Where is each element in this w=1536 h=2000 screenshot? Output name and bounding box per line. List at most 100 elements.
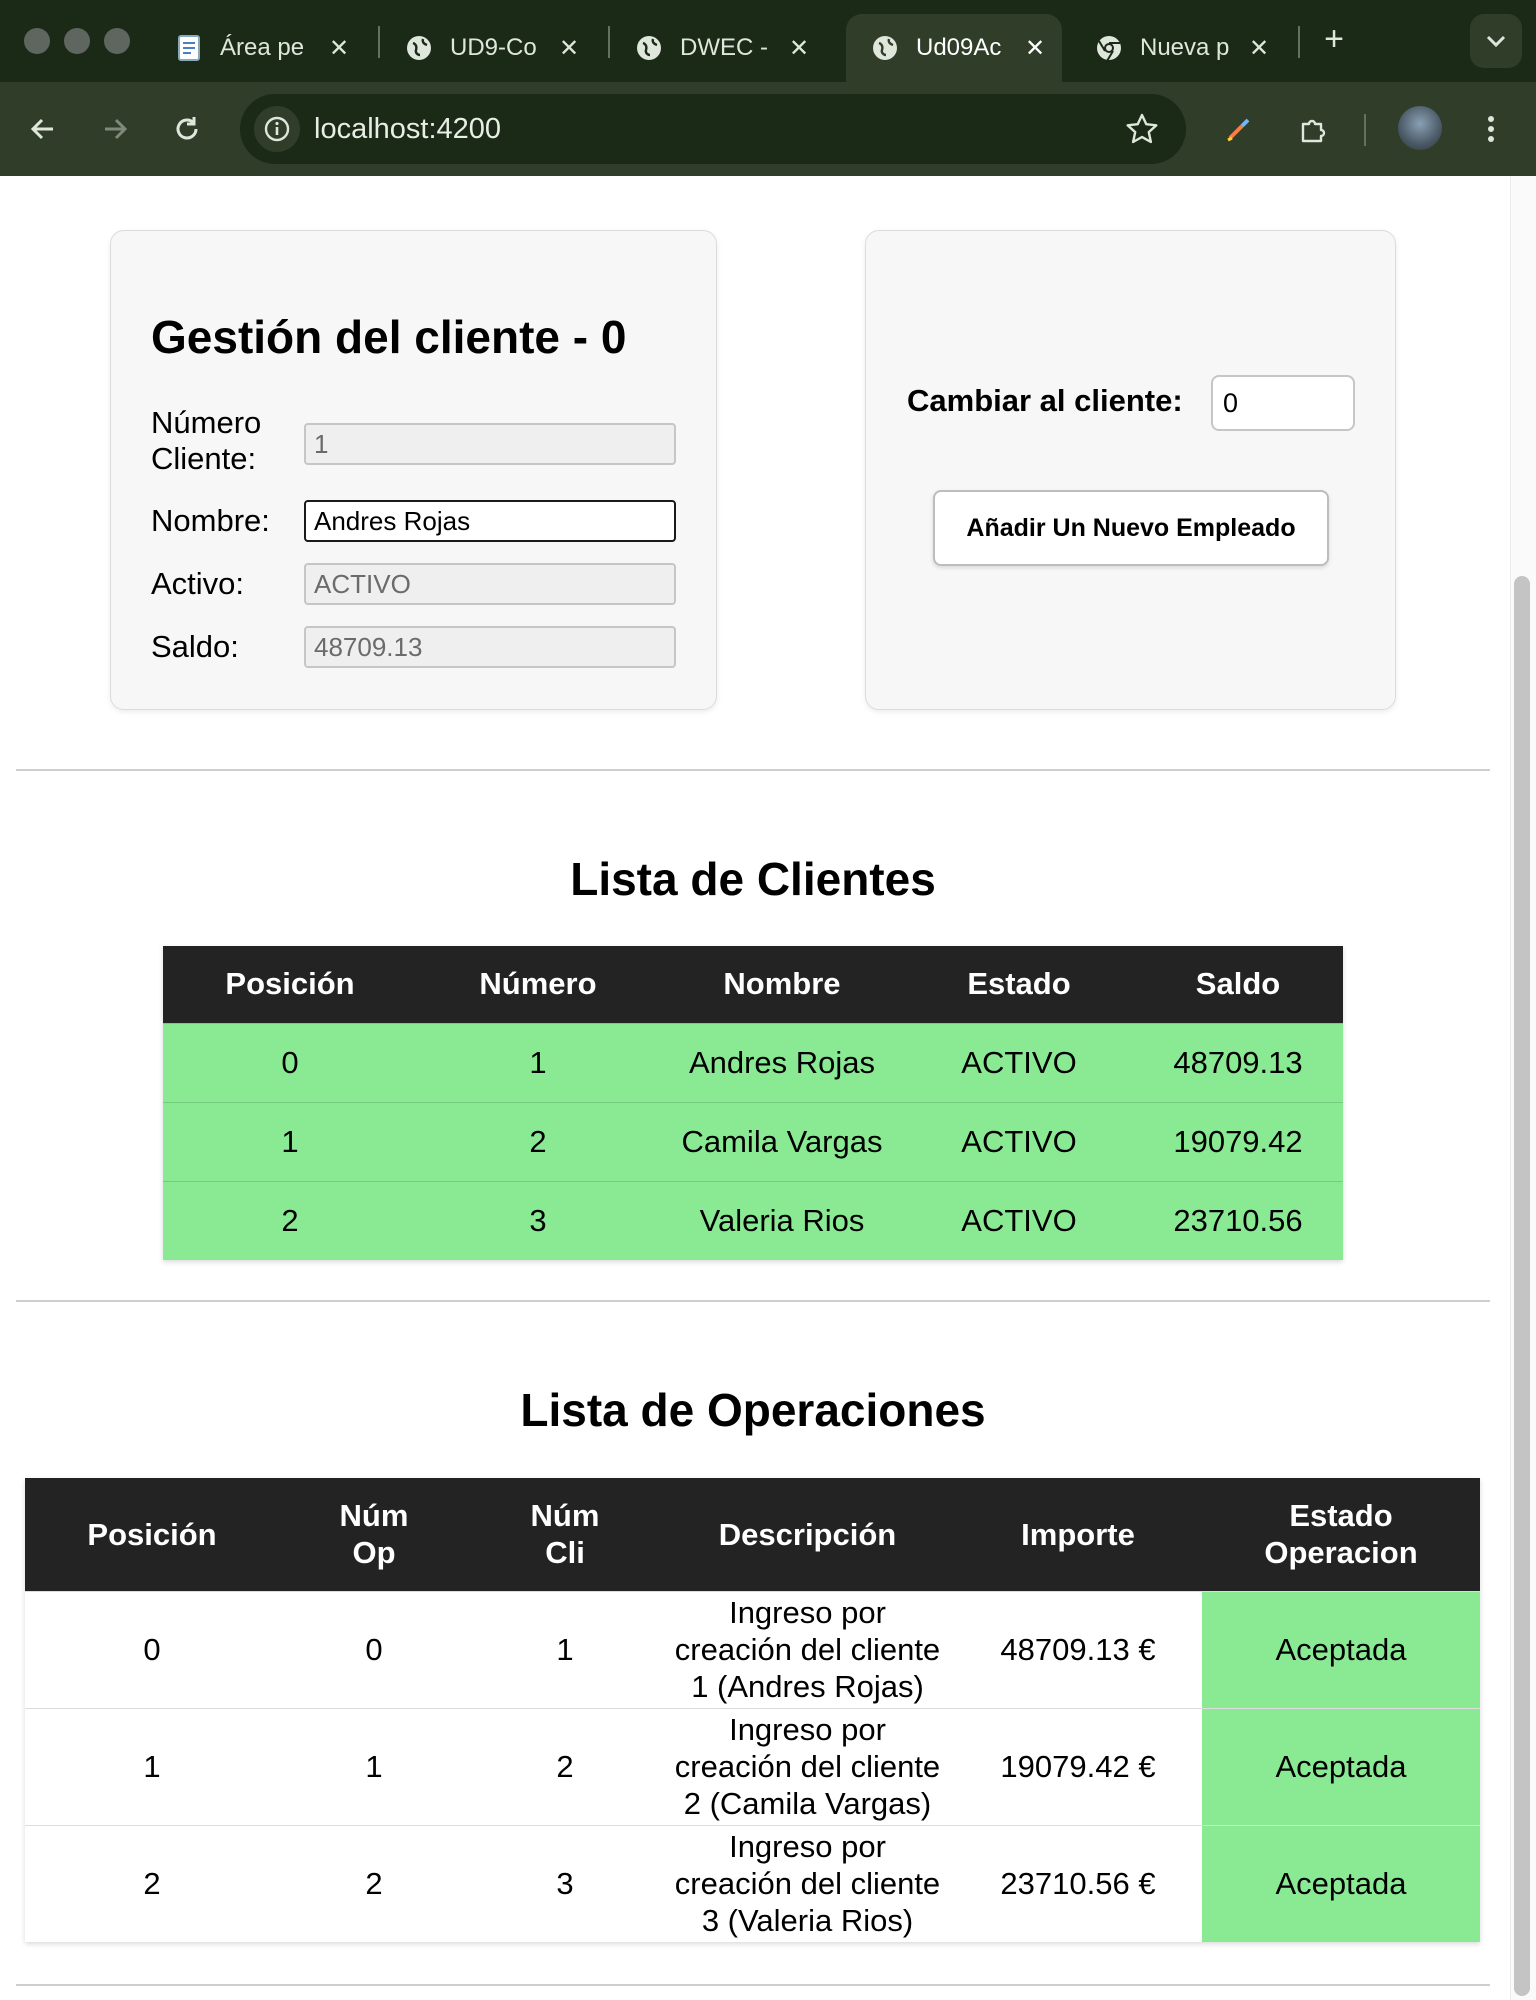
document-icon (174, 33, 204, 63)
table-cell: ACTIVO (905, 1022, 1133, 1102)
table-cell: ACTIVO (905, 1180, 1133, 1260)
table-cell: Andres Rojas (659, 1022, 905, 1102)
table-cell: 0 (279, 1590, 469, 1708)
browser-tab-2[interactable]: UD9-Co ✕ (380, 14, 608, 82)
globe-icon (634, 33, 664, 63)
tab-strip: Área pe ✕ UD9-Co ✕ DWEC - ✕ Ud09Ac ✕ Nue… (0, 0, 1536, 82)
table-row: 1 2 Camila Vargas ACTIVO 19079.42 (163, 1101, 1343, 1181)
table-cell: Ingreso por creación del cliente 2 (Cami… (661, 1707, 954, 1825)
table-cell: 2 (279, 1824, 469, 1942)
table-row: 1 1 2 Ingreso por creación del cliente 2… (25, 1707, 1480, 1825)
table-cell: 3 (469, 1824, 661, 1942)
numero-cliente-label: Número Cliente: (151, 405, 262, 476)
table-cell: 1 (469, 1590, 661, 1708)
browser-tab-5[interactable]: Nueva p ✕ (1070, 14, 1302, 82)
tab-title: UD9-Co (450, 34, 537, 61)
scrollbar-thumb[interactable] (1514, 576, 1530, 1996)
table-cell: 23710.56 (1133, 1180, 1343, 1260)
globe-icon (404, 33, 434, 63)
table-cell: ACTIVO (905, 1101, 1133, 1181)
site-info-icon[interactable] (254, 106, 300, 152)
table-cell: 2 (163, 1180, 417, 1260)
saldo-field (304, 626, 676, 668)
client-management-title: Gestión del cliente - 0 (151, 311, 627, 363)
column-header: Número (417, 946, 659, 1023)
profile-avatar[interactable] (1398, 106, 1442, 150)
close-tab-icon[interactable]: ✕ (322, 34, 356, 63)
bookmark-star-icon[interactable] (1124, 111, 1160, 147)
new-tab-button[interactable]: + (1314, 20, 1354, 60)
status-cell: Aceptada (1202, 1590, 1480, 1708)
table-cell: 1 (163, 1101, 417, 1181)
activo-label: Activo: (151, 566, 245, 601)
tab-search-button[interactable] (1470, 14, 1522, 68)
status-cell: Aceptada (1202, 1707, 1480, 1825)
close-tab-icon[interactable]: ✕ (1242, 34, 1276, 63)
table-row: 2 2 3 Ingreso por creación del cliente 3… (25, 1824, 1480, 1942)
minimize-window-button[interactable] (64, 28, 90, 54)
table-cell: 2 (469, 1707, 661, 1825)
divider (16, 1300, 1490, 1302)
column-header: Importe (954, 1478, 1202, 1591)
add-employee-button[interactable]: Añadir Un Nuevo Empleado (933, 490, 1329, 566)
browser-tab-3[interactable]: DWEC - ✕ (610, 14, 838, 82)
saldo-label: Saldo: (151, 629, 239, 664)
close-tab-icon[interactable]: ✕ (552, 34, 586, 63)
table-row: 0 1 Andres Rojas ACTIVO 48709.13 (163, 1022, 1343, 1102)
browser-menu-button[interactable] (1466, 104, 1516, 154)
arrow-left-icon (30, 118, 53, 140)
tab-title: Área pe (220, 34, 305, 61)
switch-client-label: Cambiar al cliente: (907, 383, 1183, 418)
extensions-button[interactable] (1288, 104, 1338, 154)
back-button[interactable] (20, 106, 66, 152)
column-header: Núm Op (279, 1478, 469, 1591)
chevron-down-icon (1486, 35, 1506, 48)
forward-button[interactable] (92, 106, 138, 152)
browser-toolbar: localhost:4200 (0, 82, 1536, 176)
table-row: 2 3 Valeria Rios ACTIVO 23710.56 (163, 1180, 1343, 1260)
column-header: Estado (905, 946, 1133, 1023)
divider (16, 1984, 1490, 1986)
table-cell: 2 (25, 1824, 279, 1942)
table-cell: Ingreso por creación del cliente 3 (Vale… (661, 1824, 954, 1942)
table-cell: 1 (279, 1707, 469, 1825)
reload-icon (176, 117, 198, 140)
close-window-button[interactable] (24, 28, 50, 54)
table-cell: 0 (25, 1590, 279, 1708)
switch-client-input[interactable] (1211, 375, 1355, 431)
table-cell: Camila Vargas (659, 1101, 905, 1181)
column-header: Nombre (659, 946, 905, 1023)
tab-title: DWEC - (680, 34, 768, 61)
table-cell: 2 (417, 1101, 659, 1181)
clients-list-title: Lista de Clientes (570, 853, 936, 905)
extension-button[interactable] (1214, 104, 1264, 154)
column-header: Posición (163, 946, 417, 1023)
table-cell: Valeria Rios (659, 1180, 905, 1260)
reload-button[interactable] (164, 106, 210, 152)
column-header: Posición (25, 1478, 279, 1591)
more-vertical-icon (1488, 116, 1494, 142)
close-tab-icon[interactable]: ✕ (1018, 34, 1052, 63)
maximize-window-button[interactable] (104, 28, 130, 54)
activo-field (304, 563, 676, 605)
nombre-field[interactable] (304, 500, 676, 542)
table-row: 0 0 1 Ingreso por creación del cliente 1… (25, 1590, 1480, 1708)
table-cell: 23710.56 € (954, 1824, 1202, 1942)
operations-table: Posición Núm Op Núm Cli Descripción Impo… (25, 1478, 1480, 1942)
nombre-label: Nombre: (151, 503, 270, 538)
address-bar[interactable]: localhost:4200 (240, 94, 1186, 164)
switch-client-card (865, 230, 1396, 710)
table-cell: 1 (417, 1022, 659, 1102)
close-tab-icon[interactable]: ✕ (782, 34, 816, 63)
table-cell: Ingreso por creación del cliente 1 (Andr… (661, 1590, 954, 1708)
table-cell: 19079.42 (1133, 1101, 1343, 1181)
divider (16, 769, 1490, 771)
table-cell: 0 (163, 1022, 417, 1102)
color-picker-icon (1227, 118, 1250, 142)
chrome-icon (1094, 33, 1124, 63)
browser-tab-active[interactable]: Ud09Ac ✕ (846, 14, 1062, 82)
clients-table: Posición Número Nombre Estado Saldo 0 1 … (163, 946, 1343, 1260)
browser-tab-1[interactable]: Área pe ✕ (150, 14, 378, 82)
table-cell: 48709.13 (1133, 1022, 1343, 1102)
url-text: localhost:4200 (314, 113, 502, 145)
